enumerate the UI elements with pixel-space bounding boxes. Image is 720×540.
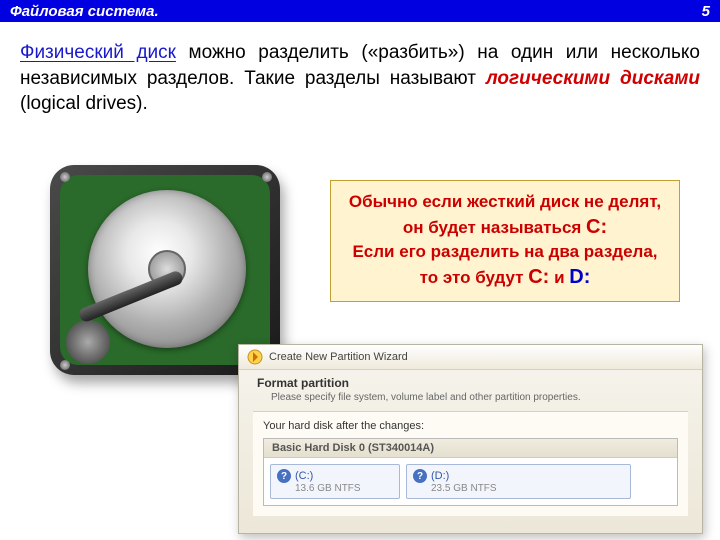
partition-detail: 23.5 GB NTFS [431,483,624,494]
partition-detail: 13.6 GB NTFS [295,483,393,494]
wizard-titlebar: Create New Partition Wizard [239,345,702,370]
callout-box: Обычно если жесткий диск не делят, он бу… [330,180,680,302]
wizard-icon [247,349,263,365]
wizard-heading: Format partition [257,376,684,390]
partition-wizard-window: Create New Partition Wizard Format parti… [238,344,703,534]
main-paragraph: Физический диск можно разделить («разбит… [0,22,720,117]
term-physical-disk: Физический диск [20,42,176,63]
wizard-body-label: Your hard disk after the changes: [263,420,678,432]
partition-name: (C:) [295,470,313,482]
header-page: 5 [702,3,710,20]
wizard-title: Create New Partition Wizard [269,351,408,363]
partition-d: ? (D:) 23.5 GB NTFS [406,464,631,499]
wizard-header-section: Format partition Please specify file sys… [239,370,702,411]
wizard-body: Your hard disk after the changes: Basic … [253,411,688,516]
help-icon: ? [277,469,291,483]
help-icon: ? [413,469,427,483]
partition-c: ? (C:) 13.6 GB NTFS [270,464,400,499]
disk-layout-box: Basic Hard Disk 0 (ST340014A) ? (C:) 13.… [263,438,678,506]
header-title: Файловая система. [10,3,159,20]
partition-name: (D:) [431,470,449,482]
disk-header-row: Basic Hard Disk 0 (ST340014A) [264,439,677,458]
partition-row: ? (C:) 13.6 GB NTFS ? (D:) 23.5 GB NTFS [264,458,677,505]
term-logical-disks: логическими дисками [486,68,700,89]
slide-header: Файловая система. 5 [0,0,720,22]
wizard-subheading: Please specify file system, volume label… [271,392,684,403]
